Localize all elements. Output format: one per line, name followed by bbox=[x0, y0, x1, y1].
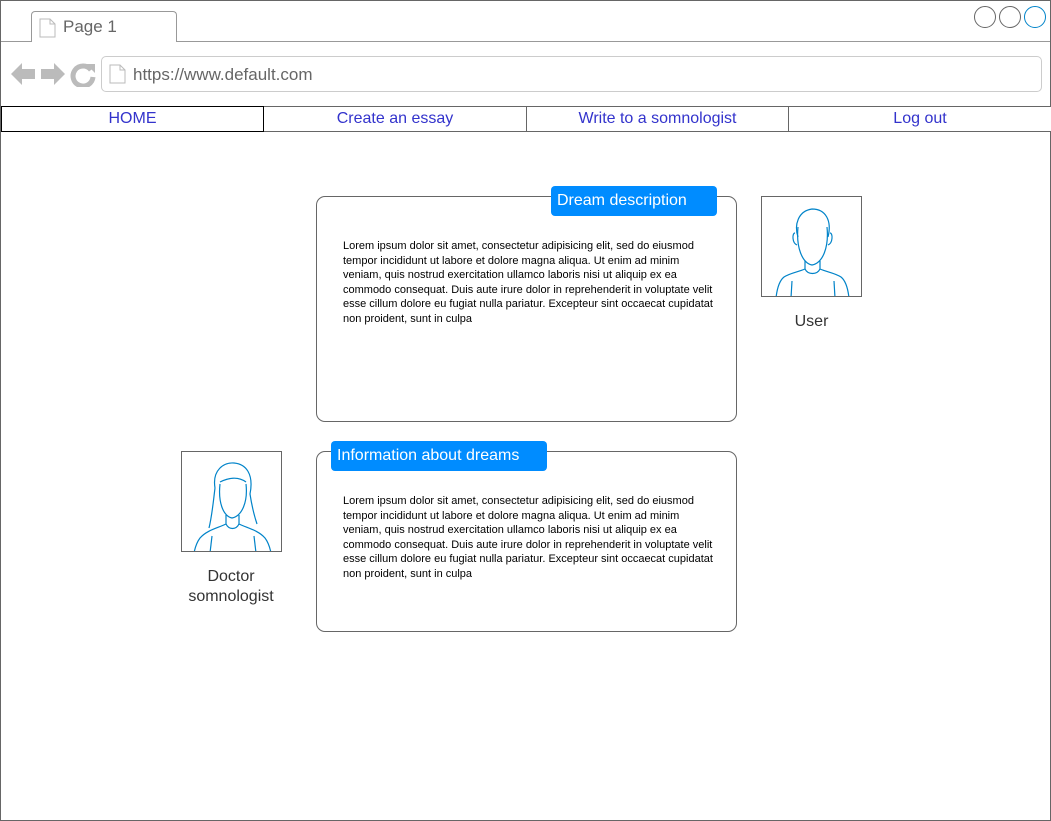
dream-information-label: Information about dreams bbox=[331, 441, 547, 471]
nav-buttons bbox=[11, 61, 97, 92]
user-avatar bbox=[761, 196, 862, 297]
maximize-button[interactable] bbox=[999, 6, 1021, 28]
dream-information-text: Lorem ipsum dolor sit amet, consectetur … bbox=[343, 495, 713, 580]
page-icon bbox=[109, 64, 126, 89]
address-bar[interactable]: https://www.default.com bbox=[101, 56, 1042, 92]
doctor-icon bbox=[193, 462, 272, 551]
menu-item-write-somnologist[interactable]: Write to a somnologist bbox=[527, 106, 789, 132]
reload-icon[interactable] bbox=[70, 63, 96, 89]
forward-arrow-icon[interactable] bbox=[41, 63, 65, 85]
main-menu: HOME Create an essay Write to a somnolog… bbox=[1, 106, 1051, 132]
tab-connector bbox=[32, 41, 176, 43]
minimize-button[interactable] bbox=[974, 6, 996, 28]
tab-title: Page 1 bbox=[63, 17, 117, 36]
window-controls bbox=[974, 6, 1046, 28]
doctor-caption: Doctor somnologist bbox=[188, 568, 274, 605]
doctor-avatar bbox=[181, 451, 282, 552]
menu-item-log-out[interactable]: Log out bbox=[789, 106, 1051, 132]
dream-description-label: Dream description bbox=[551, 186, 717, 216]
close-button[interactable] bbox=[1024, 6, 1046, 28]
tab-strip: Page 1 bbox=[1, 1, 1050, 42]
dream-description-text: Lorem ipsum dolor sit amet, consectetur … bbox=[343, 240, 713, 325]
dream-information-card: Lorem ipsum dolor sit amet, consectetur … bbox=[316, 451, 737, 632]
browser-window: Page 1 https://www.default.com HOME Crea… bbox=[0, 0, 1051, 821]
page-icon bbox=[39, 18, 56, 43]
menu-item-create-essay[interactable]: Create an essay bbox=[264, 106, 527, 132]
dream-description-card: Lorem ipsum dolor sit amet, consectetur … bbox=[316, 196, 737, 422]
back-arrow-icon[interactable] bbox=[11, 63, 35, 85]
user-icon bbox=[775, 208, 850, 296]
user-caption: User bbox=[794, 313, 829, 330]
menu-item-home[interactable]: HOME bbox=[1, 106, 264, 132]
url-text: https://www.default.com bbox=[133, 65, 313, 84]
browser-tab[interactable]: Page 1 bbox=[31, 11, 177, 42]
